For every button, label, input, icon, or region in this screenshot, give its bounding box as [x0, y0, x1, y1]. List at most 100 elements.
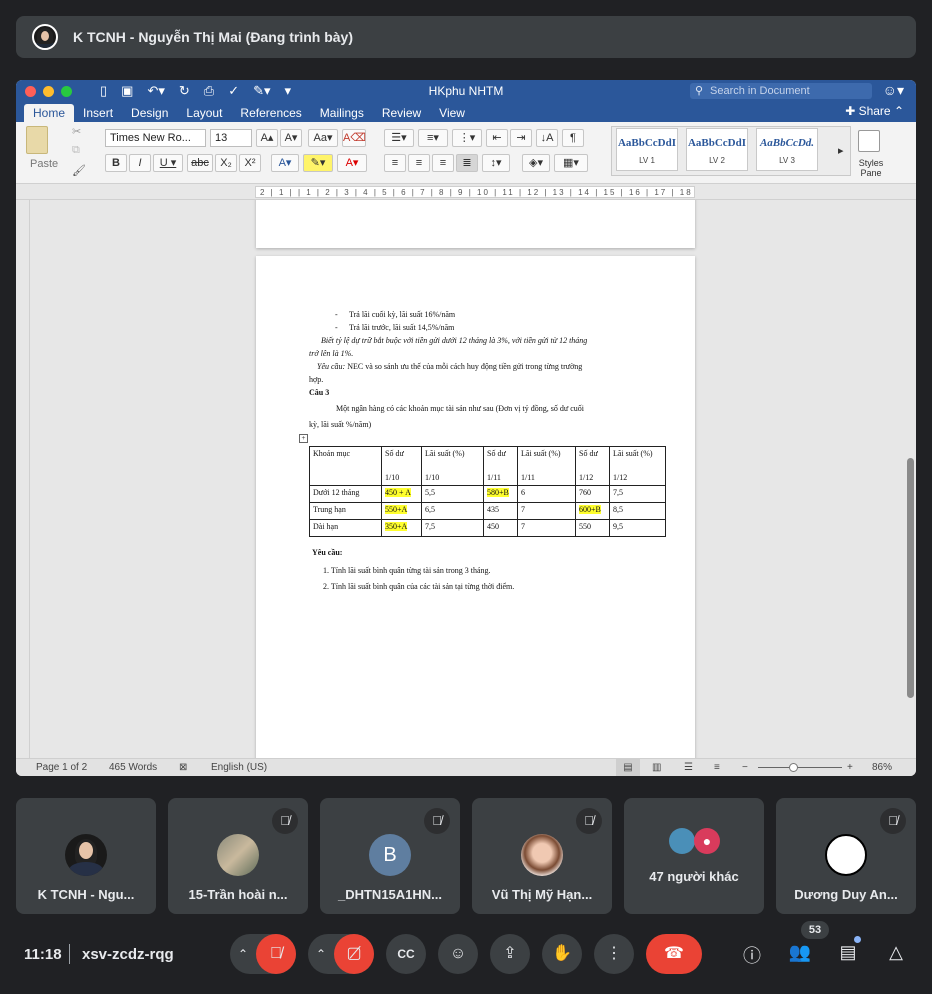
camera-toggle-button[interactable]: ▢̸ [334, 934, 374, 974]
styles-pane-label[interactable]: Styles Pane [854, 158, 888, 178]
chat-icon[interactable]: ▤ [836, 942, 860, 963]
tab-view[interactable]: View [430, 104, 474, 122]
superscript-button[interactable]: X² [239, 154, 261, 172]
justify-button[interactable]: ≣ [456, 154, 478, 172]
shading-button[interactable]: ◈▾ [522, 154, 550, 172]
text-effects-button[interactable]: A▾ [271, 154, 299, 172]
participant-tile[interactable]: 🎙̸ B _DHTN15A1HN... [320, 798, 460, 914]
tab-insert[interactable]: Insert [74, 104, 122, 122]
redo-icon[interactable]: ↻ [179, 83, 190, 99]
maximize-window-button[interactable] [61, 85, 72, 97]
participant-tile[interactable]: 🎙̸ Dương Duy An... [776, 798, 916, 914]
zoom-slider[interactable] [758, 767, 842, 768]
cut-icon[interactable]: ✂ [72, 125, 81, 138]
format-painter-icon[interactable]: 🖌 [72, 164, 86, 177]
bullets-button[interactable]: ☰▾ [384, 129, 414, 147]
draft-view-icon[interactable]: ≡ [714, 759, 720, 776]
table-move-handle-icon[interactable]: + [299, 434, 308, 443]
customize-icon[interactable]: ▾ [285, 83, 292, 99]
tab-layout[interactable]: Layout [177, 104, 231, 122]
chat-notification-dot [854, 936, 861, 943]
activities-icon[interactable]: △ [884, 942, 908, 963]
show-marks-button[interactable]: ¶ [562, 129, 584, 147]
present-screen-button[interactable]: ⇪ [490, 934, 530, 974]
mic-toggle-button[interactable]: 🎙̸ [256, 934, 296, 974]
mic-off-icon: 🎙̸ [576, 808, 602, 834]
highlight-button[interactable]: ✎▾ [303, 154, 333, 172]
style-lv3[interactable]: AaBbCcDd. LV 3 [756, 128, 818, 171]
participant-tile[interactable]: K TCNH - Ngu... [16, 798, 156, 914]
table-cell: 6 [517, 485, 576, 503]
style-lv1[interactable]: AaBbCcDdI LV 1 [616, 128, 678, 171]
align-center-button[interactable]: ≡ [408, 154, 430, 172]
leave-call-button[interactable]: ☎ [646, 934, 702, 974]
subscript-button[interactable]: X₂ [215, 154, 237, 172]
mic-options-chevron-icon[interactable]: ⌃ [232, 934, 254, 974]
align-right-button[interactable]: ≡ [432, 154, 454, 172]
decrease-indent-button[interactable]: ⇤ [486, 129, 508, 147]
tab-home[interactable]: Home [24, 104, 75, 122]
meeting-info-icon[interactable]: ⓘ [740, 942, 764, 968]
more-options-button[interactable]: ⋮ [594, 934, 634, 974]
strikethrough-button[interactable]: abc [187, 154, 213, 172]
italic-button[interactable]: I [129, 154, 151, 172]
align-left-button[interactable]: ≡ [384, 154, 406, 172]
paste-clipboard-icon[interactable] [26, 126, 48, 154]
focus-view-icon[interactable]: ▥ [652, 759, 661, 776]
page-1-bottom [256, 200, 695, 248]
vertical-scrollbar[interactable] [907, 458, 914, 698]
grow-font-button[interactable]: A▴ [256, 129, 278, 147]
save-icon[interactable]: ▣ [121, 83, 133, 99]
multilevel-list-button[interactable]: ⋮▾ [452, 129, 482, 147]
edit-icon[interactable]: ✎▾ [253, 83, 270, 99]
participant-tile-others[interactable]: ● 47 người khác [624, 798, 764, 914]
feedback-smile-icon[interactable]: ☺▾ [883, 82, 904, 99]
numbering-button[interactable]: ≡▾ [418, 129, 448, 147]
camera-options-chevron-icon[interactable]: ⌃ [310, 934, 332, 974]
shrink-font-button[interactable]: A▾ [280, 129, 302, 147]
participant-tile[interactable]: 🎙̸ Vũ Thị Mỹ Hạn... [472, 798, 612, 914]
copy-icon[interactable]: ⧉ [72, 144, 80, 157]
participant-tile[interactable]: 🎙̸ 15-Trần hoài n... [168, 798, 308, 914]
meeting-code: xsv-zcdz-rqg [82, 946, 174, 963]
font-color-button[interactable]: A▾ [337, 154, 367, 172]
zoom-slider-thumb[interactable] [789, 763, 798, 772]
outline-view-icon[interactable]: ☰ [684, 759, 693, 776]
search-document-input[interactable]: ⚲ Search in Document [690, 83, 872, 99]
print-icon[interactable]: ⎙ [204, 83, 214, 99]
clear-formatting-button[interactable]: A⌫ [342, 129, 366, 147]
tab-review[interactable]: Review [373, 104, 430, 122]
style-lv2[interactable]: AaBbCcDdI LV 2 [686, 128, 748, 171]
participant-name: K TCNH - Ngu... [37, 887, 135, 902]
print-layout-view-icon[interactable]: ▤ [616, 759, 640, 776]
sort-button[interactable]: ↓A [536, 129, 558, 147]
tab-references[interactable]: References [231, 104, 310, 122]
sidebar-icon[interactable]: ▯ [100, 83, 107, 99]
undo-icon[interactable]: ↶▾ [147, 83, 164, 99]
table-cell: 550 [575, 519, 610, 537]
borders-button[interactable]: ▦▾ [554, 154, 588, 172]
people-icon[interactable]: 👥 [788, 942, 812, 963]
emoji-button[interactable]: ☺ [438, 934, 478, 974]
line-spacing-button[interactable]: ↕▾ [482, 154, 510, 172]
captions-button[interactable]: CC [386, 934, 426, 974]
tab-mailings[interactable]: Mailings [311, 104, 373, 122]
spelling-icon[interactable]: ✓ [228, 83, 239, 99]
change-case-button[interactable]: Aa▾ [308, 129, 338, 147]
styles-more-chevron-icon[interactable]: ▸ [838, 144, 844, 157]
minimize-window-button[interactable] [43, 85, 54, 97]
table-cell: 7,5 [421, 519, 484, 537]
font-name-select[interactable]: Times New Ro... [105, 129, 206, 147]
tab-design[interactable]: Design [122, 104, 177, 122]
bold-button[interactable]: B [105, 154, 127, 172]
increase-indent-button[interactable]: ⇥ [510, 129, 532, 147]
share-button[interactable]: ✚ Share ⌃ [845, 104, 904, 118]
raise-hand-button[interactable]: ✋ [542, 934, 582, 974]
font-size-select[interactable]: 13 [210, 129, 252, 147]
zoom-out-icon[interactable]: − [742, 759, 748, 776]
zoom-in-icon[interactable]: + [847, 759, 853, 776]
underline-button[interactable]: U ▾ [153, 154, 183, 172]
proofing-icon[interactable]: ⊠ [179, 759, 187, 776]
styles-pane-icon[interactable] [858, 130, 880, 152]
close-window-button[interactable] [25, 85, 36, 97]
